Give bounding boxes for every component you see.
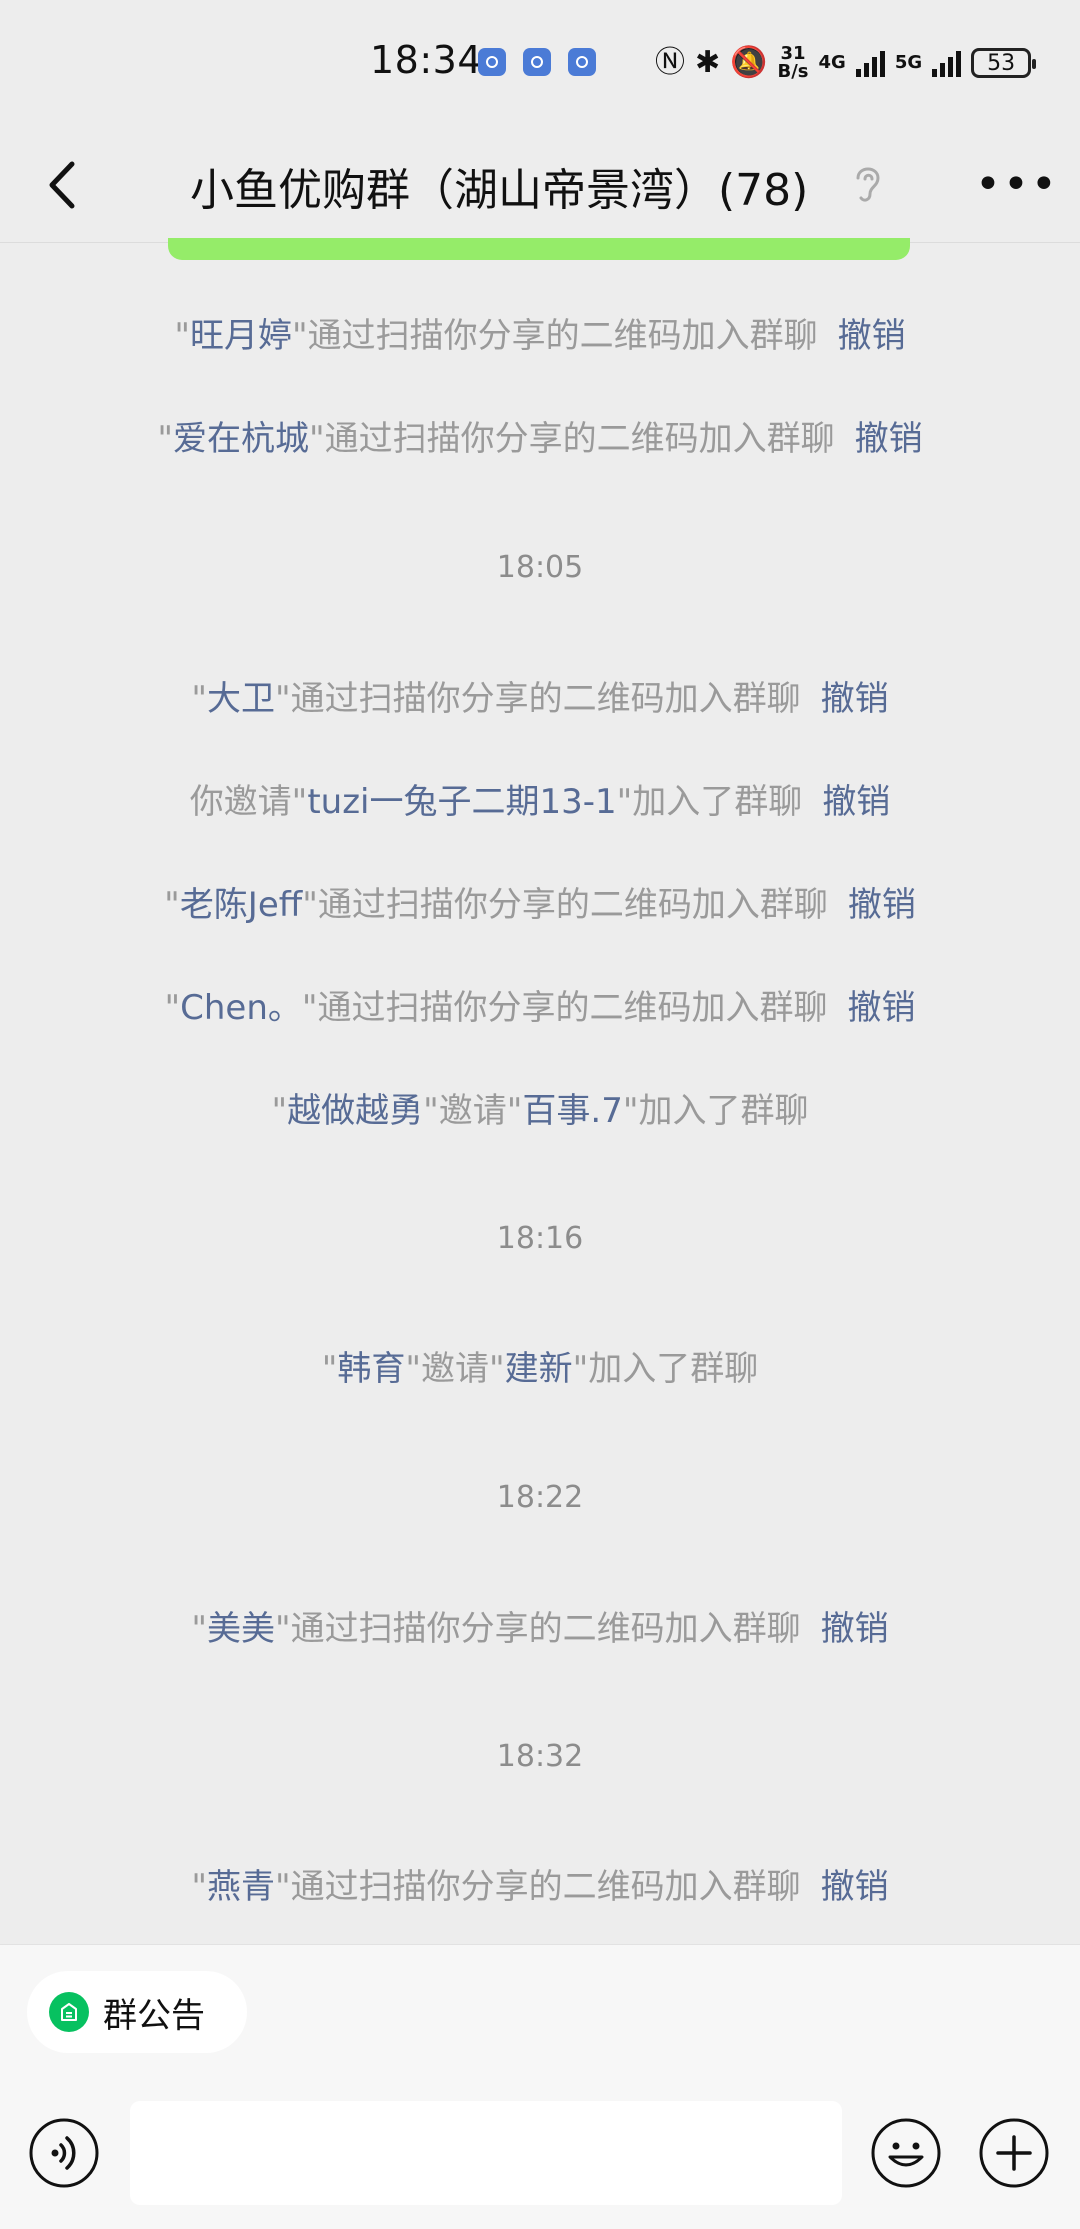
input-area: 群公告 [0, 1944, 1080, 2229]
time-label: 18:16 [496, 1221, 584, 1256]
revoke-link[interactable]: 撤销 [821, 679, 889, 719]
voice-button[interactable] [28, 2117, 100, 2189]
more-dots-icon: ••• [975, 159, 1059, 210]
time-label: 18:22 [496, 1480, 584, 1515]
status-time: 18:34 [370, 38, 483, 82]
group-announcement-button[interactable]: 群公告 [27, 1971, 247, 2053]
chat-title: 小鱼优购群（湖山帝景湾）(78) [190, 165, 809, 216]
system-message: "旺月婷"通过扫描你分享的二维码加入群聊 撤销 [174, 316, 906, 356]
app-notification-icon [523, 48, 551, 76]
app-notification-icon [568, 48, 596, 76]
member-name[interactable]: 韩育 [337, 1349, 405, 1389]
network-4g-label: 4G [818, 52, 846, 73]
network-speed: 31 B/s [777, 43, 809, 82]
signal-bars-icon [855, 49, 885, 77]
member-name[interactable]: 越做越勇 [287, 1091, 423, 1131]
system-message: "越做越勇"邀请"百事.7"加入了群聊 [271, 1091, 809, 1131]
member-name[interactable]: 美美 [207, 1609, 275, 1649]
member-name[interactable]: Chen。 [180, 988, 302, 1028]
status-bar: 18:34 Ⓝ ✱ 🔕 31 B/s 4G 5G 53 [0, 0, 1080, 130]
status-icons: Ⓝ ✱ 🔕 31 B/s 4G 5G 53 [655, 40, 1037, 86]
member-name[interactable]: 旺月婷 [190, 316, 292, 356]
member-name[interactable]: 老陈Jeff [180, 885, 302, 925]
member-name[interactable]: 建新 [505, 1349, 573, 1389]
system-message: "Chen。"通过扫描你分享的二维码加入群聊 撤销 [164, 988, 916, 1028]
member-name[interactable]: 百事.7 [522, 1091, 622, 1131]
system-message: "美美"通过扫描你分享的二维码加入群聊 撤销 [191, 1609, 889, 1649]
voice-icon [29, 2118, 99, 2188]
revoke-link[interactable]: 撤销 [822, 782, 890, 822]
back-button[interactable] [32, 150, 102, 220]
system-message: "爱在杭城"通过扫描你分享的二维码加入群聊 撤销 [157, 419, 923, 459]
time-label: 18:05 [496, 550, 584, 585]
message-input[interactable] [130, 2101, 842, 2205]
app-notification-icon [478, 48, 506, 76]
plus-icon [979, 2118, 1049, 2188]
ear-icon [848, 160, 888, 210]
emoji-icon [871, 2118, 941, 2188]
system-message: "韩育"邀请"建新"加入了群聊 [321, 1349, 759, 1389]
time-label: 18:32 [496, 1739, 584, 1774]
bluetooth-icon: ✱ [695, 45, 721, 80]
chat-header: 小鱼优购群（湖山帝景湾）(78) ••• [0, 130, 1080, 243]
member-name[interactable]: 爱在杭城 [173, 419, 309, 459]
emoji-button[interactable] [870, 2117, 942, 2189]
system-message: "老陈Jeff"通过扫描你分享的二维码加入群聊 撤销 [164, 885, 916, 925]
revoke-link[interactable]: 撤销 [838, 316, 906, 356]
revoke-link[interactable]: 撤销 [848, 988, 916, 1028]
member-name[interactable]: 燕青 [207, 1867, 275, 1907]
network-5g-label: 5G [894, 52, 923, 73]
member-name[interactable]: 大卫 [207, 679, 275, 719]
mute-bell-icon: 🔕 [730, 45, 768, 80]
more-options-button[interactable]: ••• [975, 150, 1057, 220]
revoke-link[interactable]: 撤销 [848, 885, 916, 925]
system-message: 你邀请"tuzi一兔子二期13-1"加入了群聊 撤销 [189, 782, 891, 822]
chat-messages: "旺月婷"通过扫描你分享的二维码加入群聊 撤销 "爱在杭城"通过扫描你分享的二维码… [0, 243, 1080, 1943]
more-functions-button[interactable] [978, 2117, 1050, 2189]
signal-bars-icon [932, 49, 962, 77]
announcement-icon [49, 1992, 89, 2032]
announcement-label: 群公告 [103, 1995, 205, 2036]
chevron-left-icon [49, 161, 75, 209]
revoke-link[interactable]: 撤销 [821, 1609, 889, 1649]
nfc-icon: Ⓝ [655, 45, 685, 80]
system-message: "大卫"通过扫描你分享的二维码加入群聊 撤销 [191, 679, 889, 719]
system-message: "燕青"通过扫描你分享的二维码加入群聊 撤销 [191, 1867, 889, 1907]
member-name[interactable]: tuzi一兔子二期13-1 [307, 782, 616, 822]
revoke-link[interactable]: 撤销 [821, 1867, 889, 1907]
revoke-link[interactable]: 撤销 [855, 419, 923, 459]
battery-icon: 53 [971, 48, 1037, 78]
